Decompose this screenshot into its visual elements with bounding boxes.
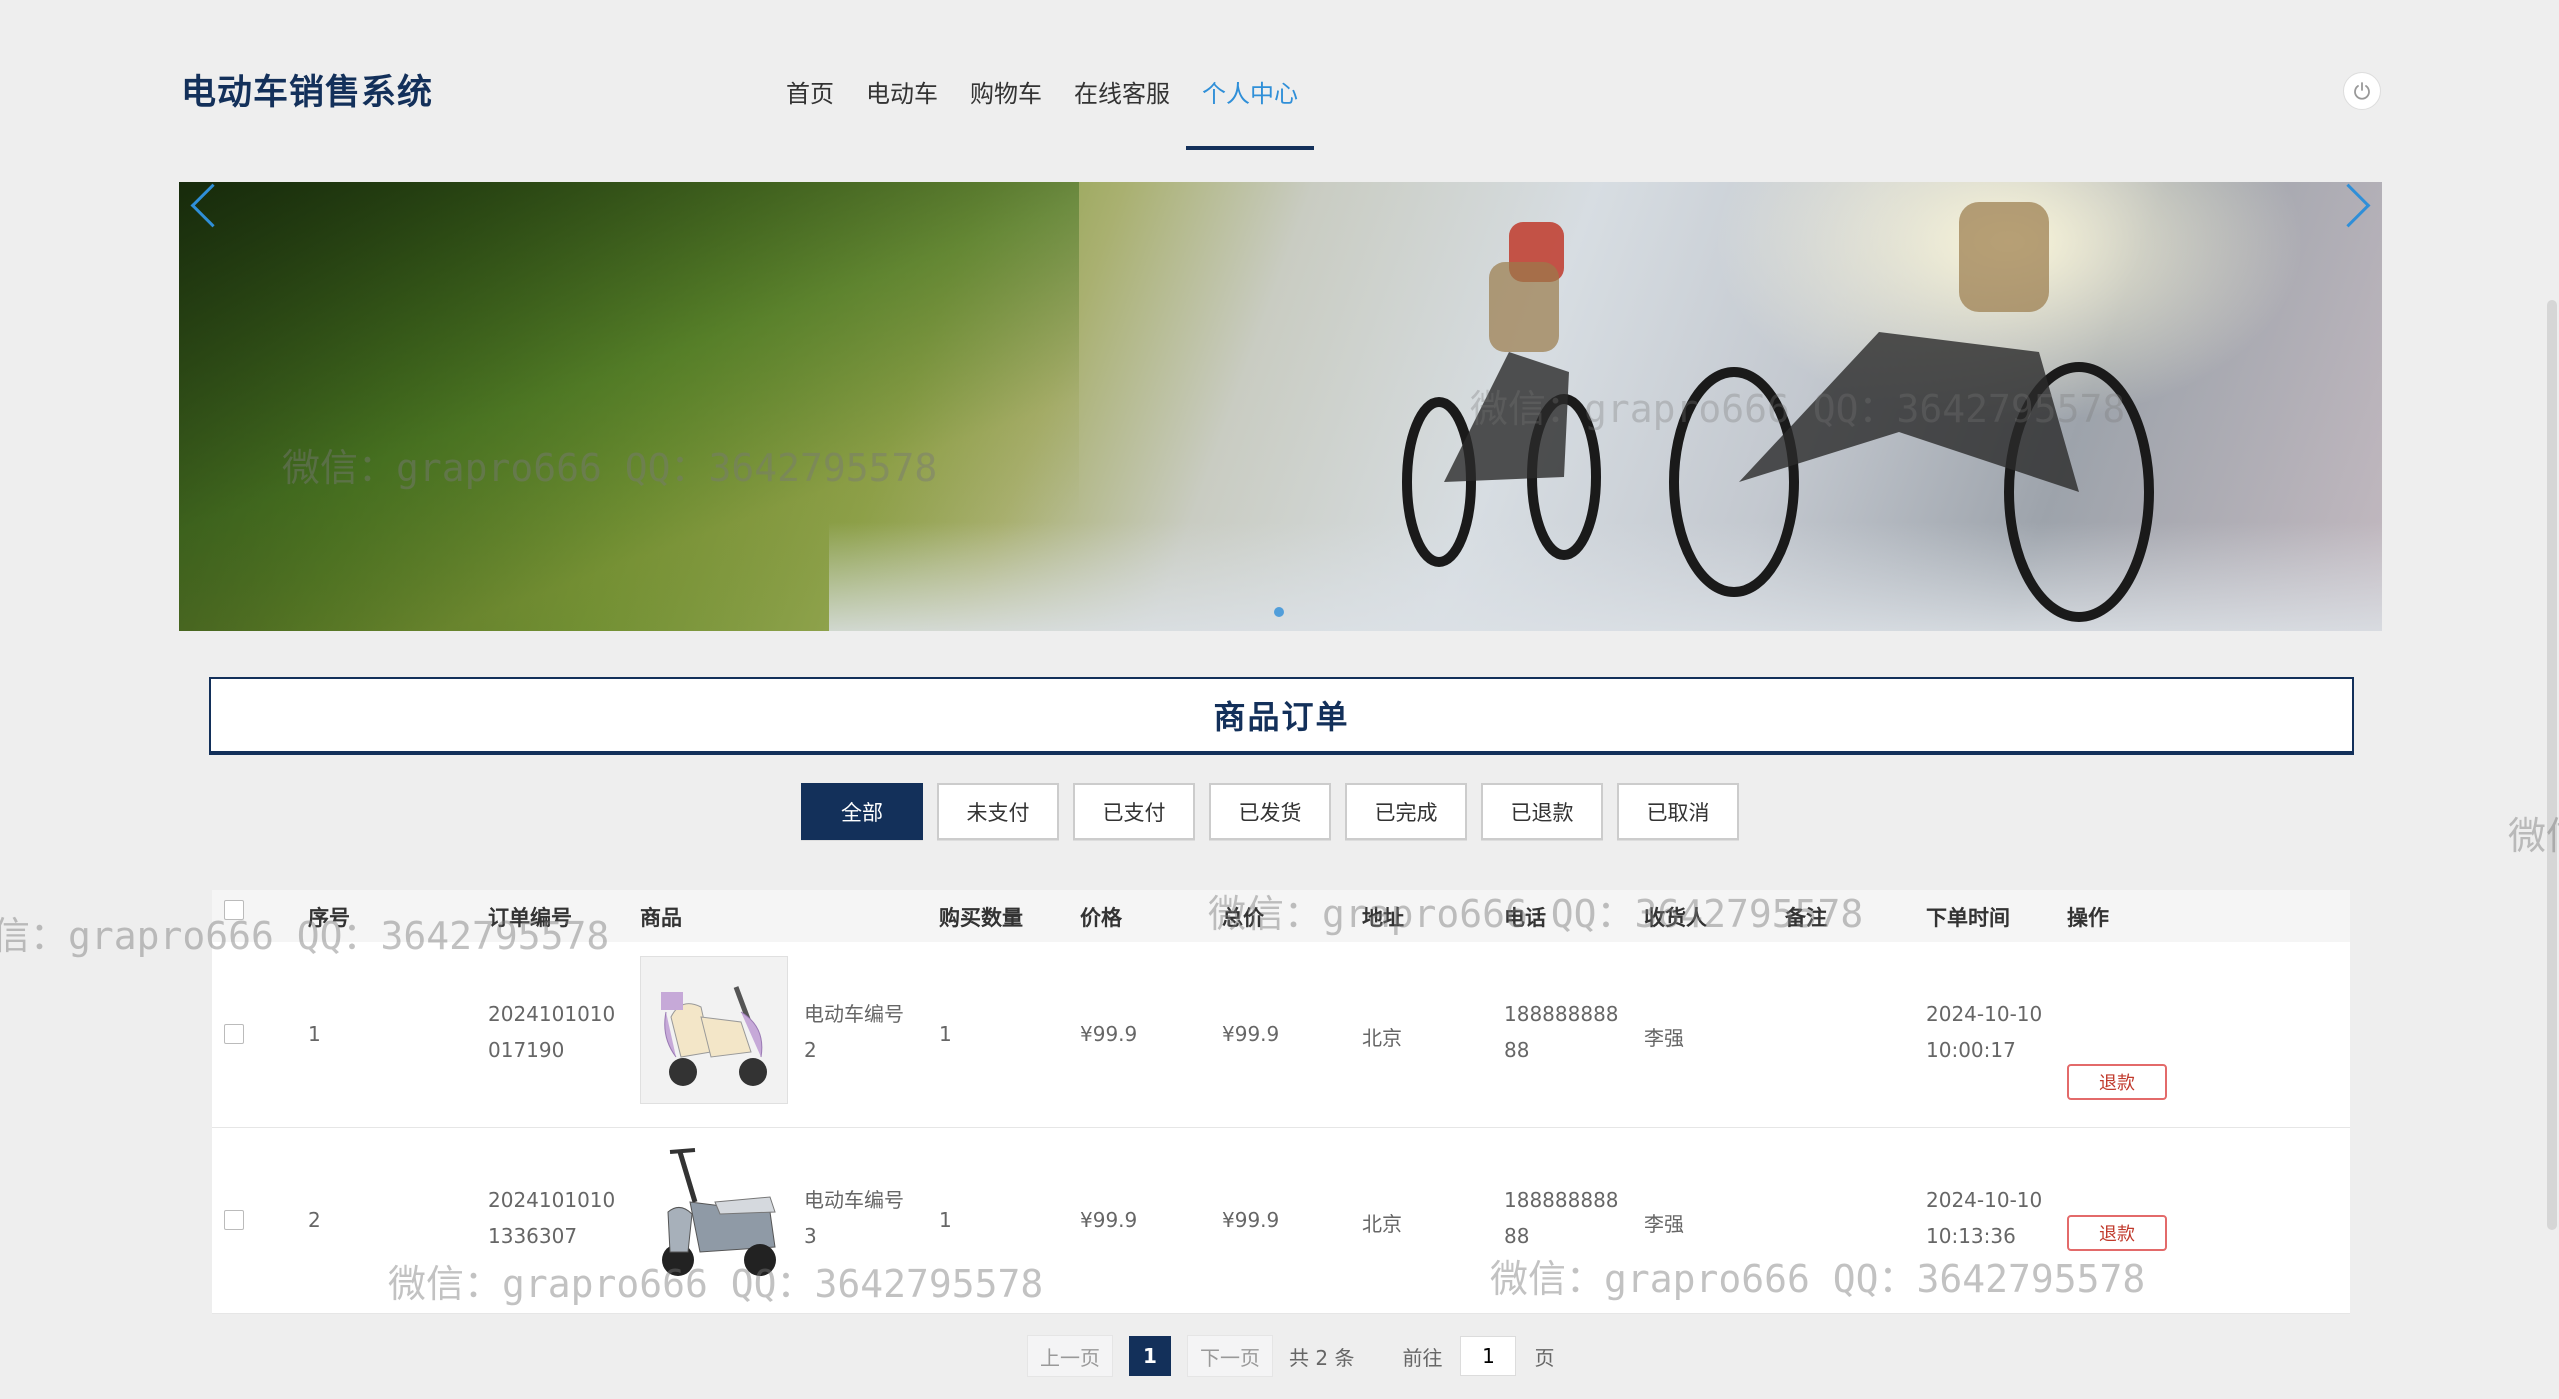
filter-paid[interactable]: 已支付 [1073,783,1195,840]
page-number-current[interactable]: 1 [1129,1336,1171,1376]
product-thumbnail[interactable] [640,956,788,1104]
col-order-time: 下单时间 [1926,906,2010,930]
row-price: ¥99.9 [1080,1208,1138,1232]
page-scrollbar[interactable] [2547,300,2557,1230]
col-actions: 操作 [2067,906,2109,930]
product-name-line2: 3 [804,1224,817,1248]
row-order-no: 2024101010 1336307 [488,1182,658,1254]
orders-title-box: 商品订单 [209,677,2354,755]
select-all-checkbox[interactable] [224,900,244,920]
pagination: 上一页 1 下一页 共 2 条 前往 页 [1027,1335,1554,1377]
nav-support[interactable]: 在线客服 [1058,74,1186,146]
row-order-no: 2024101010 017190 [488,996,658,1068]
row-address: 北京 [1362,1026,1402,1050]
row-total: ¥99.9 [1222,1022,1280,1046]
filter-shipped[interactable]: 已发货 [1209,783,1331,840]
row-receiver: 李强 [1644,1212,1684,1236]
row-checkbox[interactable] [224,1024,244,1044]
col-product: 商品 [640,906,682,930]
col-order-no: 订单编号 [488,906,572,930]
col-price: 价格 [1080,906,1122,930]
goto-page-input[interactable] [1460,1336,1517,1376]
product-name-line1: 电动车编号 [804,1002,904,1026]
next-page-button[interactable]: 下一页 [1187,1335,1273,1377]
filter-cancelled[interactable]: 已取消 [1617,783,1739,840]
time-line1: 2024-10-10 [1926,1002,2043,1026]
col-total: 总价 [1222,906,1264,930]
row-product-name: 电动车编号 3 [804,1182,924,1254]
filter-unpaid[interactable]: 未支付 [937,783,1059,840]
row-order-time: 2024-10-10 10:00:17 [1926,996,2096,1068]
refund-button[interactable]: 退款 [2067,1215,2167,1251]
col-address: 地址 [1362,906,1404,930]
row-receiver: 李强 [1644,1026,1684,1050]
nav-ebikes[interactable]: 电动车 [850,74,954,146]
nav-home[interactable]: 首页 [770,74,850,146]
row-price: ¥99.9 [1080,1022,1138,1046]
carousel-dot[interactable] [1274,607,1284,617]
row-qty: 1 [939,1208,952,1232]
row-total: ¥99.9 [1222,1208,1280,1232]
refund-button[interactable]: 退款 [2067,1064,2167,1100]
row-index: 1 [308,1022,321,1046]
banner-carousel[interactable] [179,182,2382,631]
filter-refunded[interactable]: 已退款 [1481,783,1603,840]
row-address: 北京 [1362,1212,1402,1236]
col-phone: 电话 [1504,906,1546,930]
product-name-line1: 电动车编号 [804,1188,904,1212]
product-thumbnail[interactable] [640,1142,788,1290]
table-row: 1 2024101010 017190 电动车编号 2 1 ¥99.9 ¥99.… [212,942,2350,1128]
goto-label: 前往 [1402,1345,1443,1370]
col-receiver: 收货人 [1644,906,1707,930]
row-checkbox[interactable] [224,1210,244,1230]
filter-completed[interactable]: 已完成 [1345,783,1467,840]
order-status-filters: 全部 未支付 已支付 已发货 已完成 已退款 已取消 [801,783,1739,840]
row-product-name: 电动车编号 2 [804,996,924,1068]
nav-profile[interactable]: 个人中心 [1186,74,1314,150]
logout-button[interactable] [2343,72,2381,110]
filter-all[interactable]: 全部 [801,783,923,840]
col-qty: 购买数量 [939,906,1023,930]
total-count: 共 2 条 [1289,1345,1355,1370]
table-header: 序号 订单编号 商品 购买数量 价格 总价 地址 电话 收货人 备注 下单时间 … [212,890,2350,942]
cyclist-illustration [1402,202,2154,622]
orders-table: 序号 订单编号 商品 购买数量 价格 总价 地址 电话 收货人 备注 下单时间 … [212,890,2350,1314]
order-no-line2: 1336307 [488,1224,578,1248]
scooter-image [641,957,787,1103]
time-line1: 2024-10-10 [1926,1188,2043,1212]
row-qty: 1 [939,1022,952,1046]
scooter-image [640,1142,786,1288]
table-row: 2 2024101010 1336307 电动车编号 3 1 ¥99.9 ¥99… [212,1128,2350,1314]
main-nav: 首页 电动车 购物车 在线客服 个人中心 [770,74,1314,150]
page-title: 商品订单 [1213,698,1350,736]
page-unit-label: 页 [1534,1345,1555,1370]
nav-cart[interactable]: 购物车 [954,74,1058,146]
prev-page-button[interactable]: 上一页 [1027,1335,1113,1377]
order-no-line2: 017190 [488,1038,565,1062]
product-name-line2: 2 [804,1038,817,1062]
col-index: 序号 [308,906,350,930]
order-no-line1: 2024101010 [488,1188,616,1212]
power-icon [2354,82,2370,100]
row-index: 2 [308,1208,321,1232]
site-brand: 电动车销售系统 [181,73,434,113]
order-no-line1: 2024101010 [488,1002,616,1026]
time-line2: 10:00:17 [1926,1038,2016,1062]
col-note: 备注 [1785,906,1827,930]
